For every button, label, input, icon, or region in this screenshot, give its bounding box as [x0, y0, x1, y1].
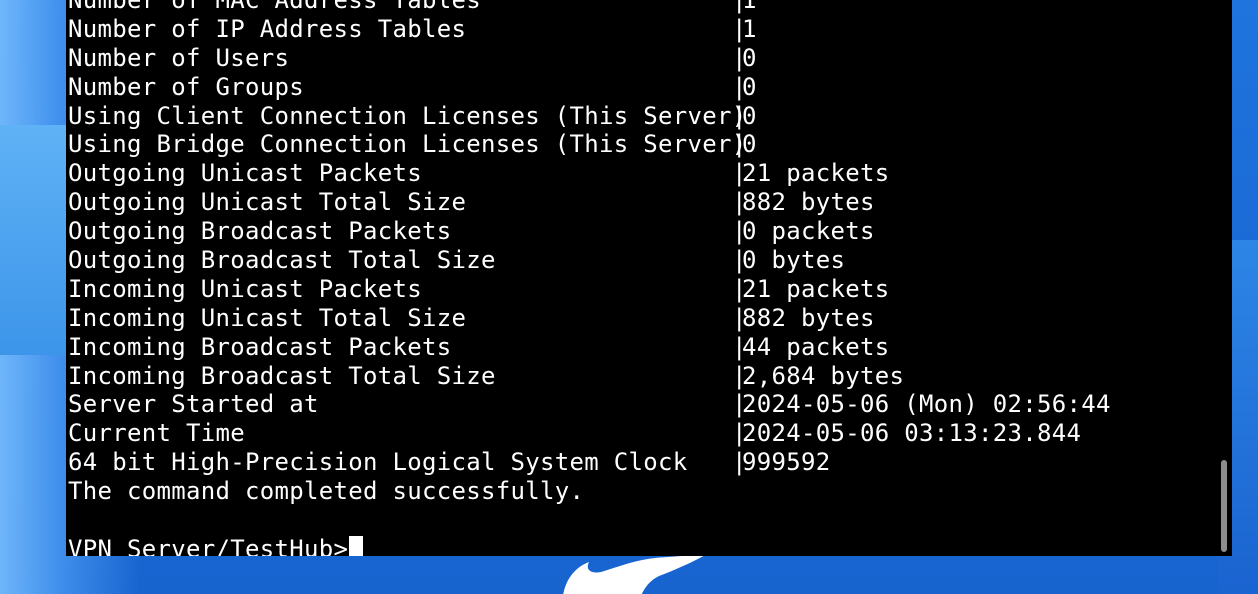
- column-separator: |: [732, 188, 747, 217]
- column-separator: |: [732, 0, 747, 14]
- row-label: 64 bit High-Precision Logical System Clo…: [68, 448, 688, 477]
- terminal-row: Using Client Connection Licenses (This S…: [68, 102, 1111, 131]
- terminal-line-partial: Number of MAC Address Tables |1: [68, 0, 1111, 15]
- row-label: Using Bridge Connection Licenses (This S…: [68, 130, 747, 159]
- row-value: 1: [742, 0, 757, 14]
- row-value: 0: [742, 101, 757, 130]
- row-label: Incoming Unicast Total Size: [68, 303, 467, 332]
- terminal-row: Server Started at |2024-05-06 (Mon) 02:56…: [68, 390, 1111, 419]
- row-label: Using Client Connection Licenses (This S…: [68, 101, 747, 130]
- row-value: 882 bytes: [742, 188, 875, 217]
- row-label: Incoming Broadcast Packets: [68, 332, 452, 361]
- row-value: 0: [742, 130, 757, 159]
- terminal-row: Number of Users |0: [68, 44, 1111, 73]
- row-label: Number of MAC Address Tables: [68, 0, 481, 14]
- column-separator: |: [732, 159, 747, 188]
- terminal-row: 64 bit High-Precision Logical System Clo…: [68, 448, 1111, 477]
- row-value: 0 packets: [742, 217, 875, 246]
- row-value: 0: [742, 72, 757, 101]
- row-label: Outgoing Broadcast Total Size: [68, 246, 496, 275]
- column-separator: |: [732, 274, 747, 303]
- column-separator: |: [732, 101, 747, 130]
- terminal-row: Outgoing Unicast Packets |21 packets: [68, 159, 1111, 188]
- row-label: Number of Groups: [68, 72, 304, 101]
- row-label: Incoming Unicast Packets: [68, 274, 422, 303]
- completion-message: The command completed successfully.: [68, 477, 585, 506]
- terminal-row: Incoming Unicast Total Size |882 bytes: [68, 304, 1111, 333]
- terminal-row: Using Bridge Connection Licenses (This S…: [68, 130, 1111, 159]
- row-label: Outgoing Unicast Total Size: [68, 188, 467, 217]
- terminal-row: Current Time |2024-05-06 03:13:23.844: [68, 419, 1111, 448]
- column-separator: |: [732, 246, 747, 275]
- row-label: Number of IP Address Tables: [68, 14, 467, 43]
- row-value: 44 packets: [742, 332, 890, 361]
- row-value: 21 packets: [742, 274, 890, 303]
- column-separator: |: [732, 448, 747, 477]
- row-label: Outgoing Broadcast Packets: [68, 217, 452, 246]
- blank-line: [68, 506, 1111, 535]
- row-value: 2024-05-06 03:13:23.844: [742, 419, 1082, 448]
- terminal-row: Outgoing Broadcast Packets |0 packets: [68, 217, 1111, 246]
- terminal-scrollbar[interactable]: [1218, 0, 1230, 556]
- row-label: Server Started at: [68, 390, 319, 419]
- column-separator: |: [732, 130, 747, 159]
- terminal-window[interactable]: Number of MAC Address Tables |1 Number of…: [66, 0, 1232, 556]
- row-label: Incoming Broadcast Total Size: [68, 361, 496, 390]
- terminal-row: Incoming Broadcast Total Size |2,684 byte…: [68, 362, 1111, 391]
- column-separator: |: [732, 419, 747, 448]
- command-prompt[interactable]: VPN Server/TestHub>: [68, 535, 1111, 556]
- terminal-row: Number of IP Address Tables |1: [68, 15, 1111, 44]
- row-value: 2,684 bytes: [742, 361, 905, 390]
- column-separator: |: [732, 43, 747, 72]
- terminal-row: Incoming Broadcast Packets |44 packets: [68, 333, 1111, 362]
- row-label: Outgoing Unicast Packets: [68, 159, 422, 188]
- column-separator: |: [732, 390, 747, 419]
- wallpaper-highlight-left: [0, 125, 70, 355]
- wallpaper-logo-icon: [563, 556, 704, 594]
- row-label: Current Time: [68, 419, 245, 448]
- scrollbar-thumb[interactable]: [1221, 460, 1227, 552]
- row-value: 0 bytes: [742, 246, 846, 275]
- terminal-row: Number of Groups |0: [68, 73, 1111, 102]
- row-value: 0: [742, 43, 757, 72]
- row-value: 21 packets: [742, 159, 890, 188]
- row-label: Number of Users: [68, 43, 290, 72]
- column-separator: |: [732, 217, 747, 246]
- row-value: 1: [742, 14, 757, 43]
- terminal-output: Number of MAC Address Tables |1 Number of…: [68, 0, 1111, 556]
- column-separator: |: [732, 303, 747, 332]
- row-value: 2024-05-06 (Mon) 02:56:44: [742, 390, 1111, 419]
- row-value: 882 bytes: [742, 303, 875, 332]
- column-separator: |: [732, 361, 747, 390]
- column-separator: |: [732, 332, 747, 361]
- text-cursor: [349, 536, 364, 556]
- terminal-row: Outgoing Unicast Total Size |882 bytes: [68, 188, 1111, 217]
- column-separator: |: [732, 14, 747, 43]
- row-value: 999592: [742, 448, 831, 477]
- prompt-text: VPN Server/TestHub>: [68, 534, 349, 556]
- column-separator: |: [732, 72, 747, 101]
- terminal-row: Incoming Unicast Packets |21 packets: [68, 275, 1111, 304]
- terminal-row: Outgoing Broadcast Total Size |0 bytes: [68, 246, 1111, 275]
